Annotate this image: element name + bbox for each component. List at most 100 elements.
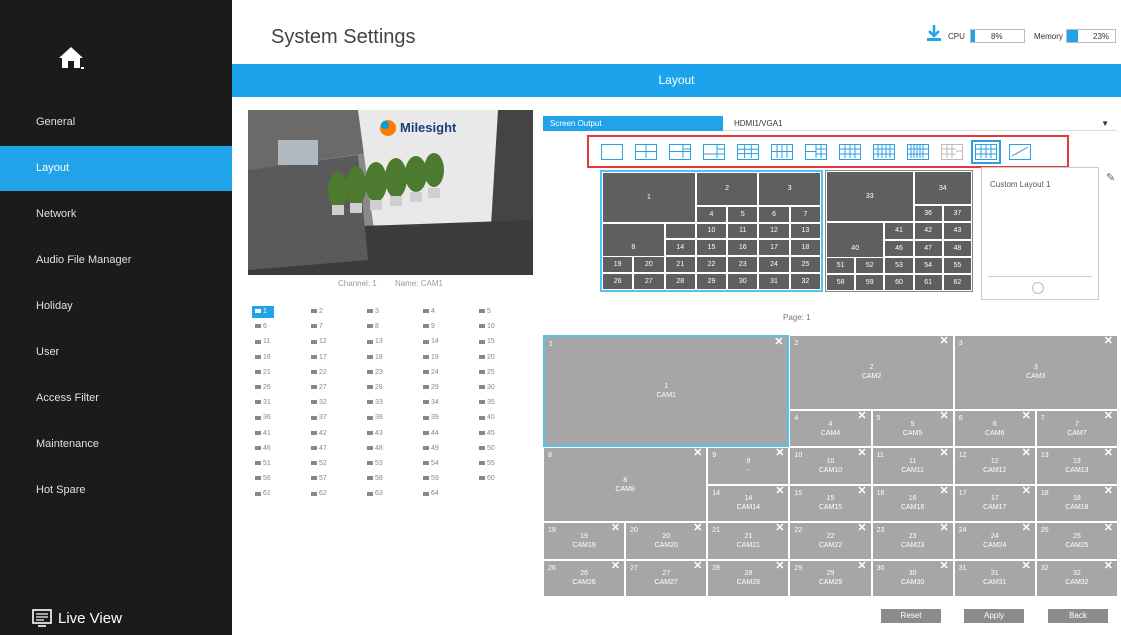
close-icon[interactable]: ✕ [857,448,866,459]
layout-cell[interactable]: 6 ✕ 6 CAM6 [953,409,1036,448]
channel-item[interactable]: 24 [420,367,442,379]
channel-item[interactable]: 15 [476,336,498,348]
sidebar-item-hot-spare[interactable]: Hot Spare [0,468,232,513]
channel-item[interactable]: 25 [476,367,498,379]
layout-cell[interactable]: 9 ✕ 9- [707,447,790,485]
channel-item[interactable]: 52 [308,458,330,470]
close-icon[interactable]: ✕ [857,410,866,421]
layout-4-icon[interactable] [635,144,657,160]
channel-item[interactable]: 12 [308,336,330,348]
add-custom-layout-icon[interactable] [1032,282,1044,294]
channel-item[interactable]: 51 [252,458,274,470]
layout-cell[interactable]: 14 ✕ 14 CAM14 [707,484,790,523]
layout-custom-icon[interactable] [1009,144,1031,160]
sidebar-item-user[interactable]: User [0,330,232,375]
channel-item[interactable]: 1 [252,306,274,318]
close-icon[interactable]: ✕ [1104,410,1113,421]
channel-item[interactable]: 29 [420,382,442,394]
channel-item[interactable]: 38 [364,412,386,424]
layout-cell[interactable]: 15 ✕ 15 CAM15 [789,484,872,523]
close-icon[interactable]: ✕ [775,485,784,496]
layout-cell[interactable]: 29 ✕ 29 CAM29 [789,559,872,597]
channel-item[interactable]: 35 [476,397,498,409]
layout-cell[interactable]: 13 ✕ 13 CAM13 [1035,447,1118,485]
close-icon[interactable]: ✕ [1022,410,1031,421]
channel-item[interactable]: 3 [364,306,386,318]
sidebar-item-network[interactable]: Network [0,192,232,237]
layout-32-icon[interactable] [907,144,929,160]
sidebar-item-audio-file-manager[interactable]: Audio File Manager [0,238,232,283]
close-icon[interactable]: ✕ [693,448,702,459]
layout-cell[interactable]: 3 ✕ 3 CAM3 [953,335,1118,410]
layout-cell[interactable]: 26 ✕ 26 CAM26 [543,559,626,597]
layout-cell[interactable]: 20 ✕ 20 CAM20 [625,522,708,560]
layout-cell[interactable]: 25 ✕ 25 CAM25 [1035,522,1118,560]
close-icon[interactable]: ✕ [1104,448,1113,459]
channel-item[interactable]: 50 [476,443,498,455]
channel-item[interactable]: 2 [308,306,330,318]
channel-item[interactable]: 33 [364,397,386,409]
channel-item[interactable]: 53 [364,458,386,470]
channel-item[interactable]: 45 [476,428,498,440]
apply-button[interactable]: Apply [964,609,1024,623]
layout-64-icon[interactable] [941,144,963,160]
close-icon[interactable]: ✕ [939,560,948,571]
close-icon[interactable]: ✕ [1104,336,1113,347]
channel-item[interactable]: 30 [476,382,498,394]
sidebar-item-access-filter[interactable]: Access Filter [0,376,232,421]
close-icon[interactable]: ✕ [1104,523,1113,534]
layout-16-icon[interactable] [839,144,861,160]
close-icon[interactable]: ✕ [1022,560,1031,571]
close-icon[interactable]: ✕ [1104,560,1113,571]
close-icon[interactable]: ✕ [693,560,702,571]
layout-cell[interactable]: 12 ✕ 12 CAM12 [953,447,1036,485]
layout-1-icon[interactable] [601,144,623,160]
edit-icon[interactable]: ✎ [1106,171,1115,184]
close-icon[interactable]: ✕ [1022,485,1031,496]
channel-item[interactable]: 39 [420,412,442,424]
channel-item[interactable]: 41 [252,428,274,440]
channel-item[interactable]: 34 [420,397,442,409]
layout-cell[interactable]: 23 ✕ 23 CAM23 [871,522,954,560]
close-icon[interactable]: ✕ [775,560,784,571]
channel-item[interactable]: 61 [252,488,274,500]
template-page-2[interactable]: 33 34 36 37 40 41 42 43 46 47 48 51 52 53 54 55 58 59 60 61… [825,170,973,292]
channel-item[interactable]: 62 [308,488,330,500]
channel-item[interactable]: 56 [252,473,274,485]
close-icon[interactable]: ✕ [1022,448,1031,459]
channel-item[interactable]: 10 [476,321,498,333]
download-icon[interactable] [926,24,942,42]
channel-item[interactable]: 59 [420,473,442,485]
layout-cell[interactable]: 24 ✕ 24 CAM24 [953,522,1036,560]
live-view-button[interactable]: Live View [32,605,172,631]
close-icon[interactable]: ✕ [775,448,784,459]
close-icon[interactable]: ✕ [774,337,783,348]
close-icon[interactable]: ✕ [939,336,948,347]
channel-item[interactable]: 8 [364,321,386,333]
channel-item[interactable]: 40 [476,412,498,424]
custom-layout-panel[interactable]: Custom Layout 1 [981,167,1099,300]
close-icon[interactable]: ✕ [611,560,620,571]
channel-item[interactable]: 17 [308,352,330,364]
layout-cell[interactable]: 5 ✕ 5 CAM5 [871,409,954,448]
layout-cell[interactable]: 21 ✕ 21 CAM21 [707,522,790,560]
home-icon[interactable] [56,42,86,72]
sidebar-item-general[interactable]: General [0,100,232,145]
sidebar-item-holiday[interactable]: Holiday [0,284,232,329]
layout-cell[interactable]: 19 ✕ 19 CAM19 [543,522,626,560]
channel-item[interactable]: 46 [252,443,274,455]
layout-cell[interactable]: 30 ✕ 30 CAM30 [871,559,954,597]
channel-item[interactable]: 42 [308,428,330,440]
channel-item[interactable]: 9 [420,321,442,333]
channel-item[interactable]: 18 [364,352,386,364]
close-icon[interactable]: ✕ [939,448,948,459]
channel-item[interactable]: 20 [476,352,498,364]
close-icon[interactable]: ✕ [857,523,866,534]
layout-cell[interactable]: 1 ✕ 1 CAM1 [543,335,790,448]
channel-item[interactable]: 64 [420,488,442,500]
close-icon[interactable]: ✕ [611,523,620,534]
channel-item[interactable]: 47 [308,443,330,455]
channel-item[interactable]: 36 [252,412,274,424]
channel-item[interactable]: 43 [364,428,386,440]
channel-item[interactable]: 26 [252,382,274,394]
